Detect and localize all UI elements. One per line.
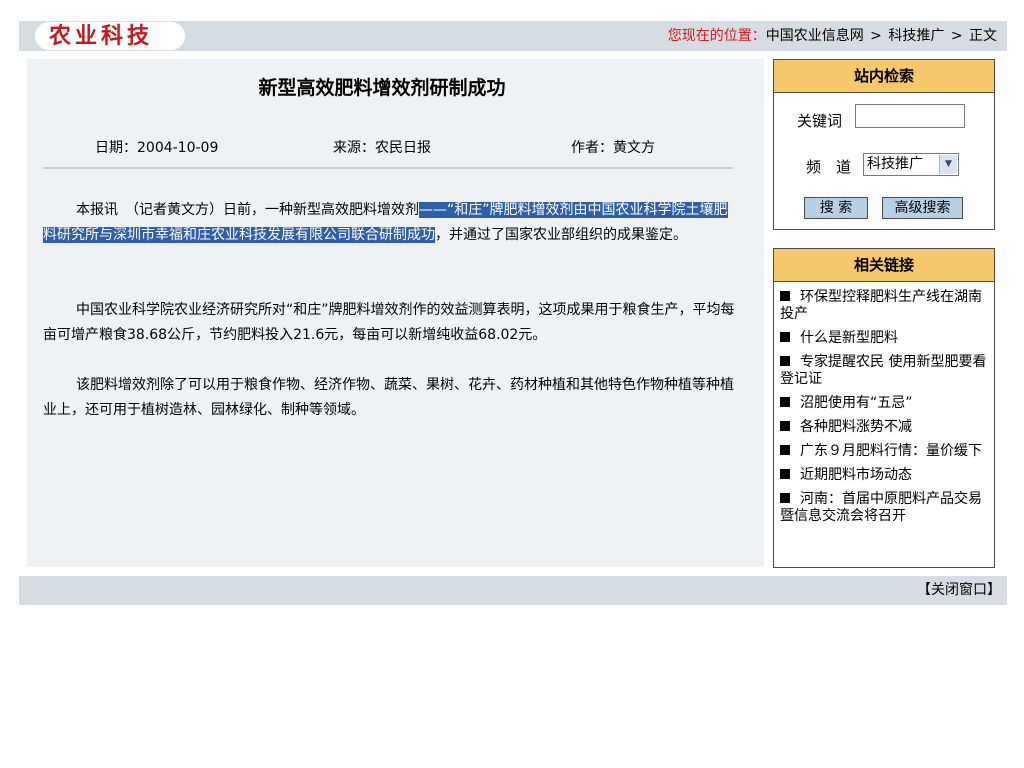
breadcrumb-item-current: 正文 bbox=[969, 28, 997, 44]
related-link-text[interactable]: 什么是新型肥料 bbox=[800, 330, 898, 346]
search-box-title: 站内检索 bbox=[774, 60, 994, 93]
channel-label: 频 道 bbox=[806, 158, 852, 176]
square-bullet-icon bbox=[780, 397, 790, 407]
related-links-box: 相关链接 环保型控释肥料生产线在湖南投产 什么是新型肥料 专家提醒农民 使用新型… bbox=[773, 248, 995, 568]
article-source: 来源：农民日报 bbox=[333, 140, 431, 156]
breadcrumb-separator: > bbox=[870, 28, 882, 44]
related-link-text[interactable]: 各种肥料涨势不减 bbox=[800, 419, 912, 435]
channel-selected-value: 科技推广 bbox=[867, 156, 923, 172]
article-paragraph-1: 本报讯 （记者黄文方）日前，一种新型高效肥料增效剂——“和庄”牌肥料增效剂由中国… bbox=[43, 198, 735, 248]
square-bullet-icon bbox=[780, 445, 790, 455]
logo-text: 农业科技 bbox=[49, 23, 154, 49]
article-title: 新型高效肥料增效剂研制成功 bbox=[258, 77, 506, 99]
breadcrumb-separator: > bbox=[950, 28, 963, 44]
close-window-link[interactable]: 【关闭窗口】 bbox=[917, 581, 1001, 599]
related-link[interactable]: 什么是新型肥料 bbox=[780, 330, 989, 347]
paragraph-1-text-end: ，并通过了国家农业部组织的成果鉴定。 bbox=[435, 227, 687, 243]
chevron-down-icon[interactable]: ▼ bbox=[939, 155, 957, 174]
article-paragraph-2: 中国农业科学院农业经济研究所对“和庄”牌肥料增效剂作的效益测算表明，这项成果用于… bbox=[43, 302, 735, 343]
related-link[interactable]: 沼肥使用有“五忌” bbox=[780, 395, 989, 412]
breadcrumb: 您现在的位置：中国农业信息网 > 科技推广 > 正文 bbox=[668, 27, 997, 45]
related-link-text[interactable]: 沼肥使用有“五忌” bbox=[800, 395, 913, 411]
breadcrumb-item-home[interactable]: 中国农业信息网 bbox=[766, 28, 864, 44]
related-link-text[interactable]: 广东９月肥料行情：量价缓下 bbox=[800, 443, 982, 459]
related-link-text[interactable]: 专家提醒农民 使用新型肥要看登记证 bbox=[780, 354, 986, 387]
site-logo[interactable]: 农业科技 bbox=[35, 22, 185, 50]
breadcrumb-prefix: 您现在的位置： bbox=[667, 28, 766, 44]
site-search-box: 站内检索 关键词 频 道 科技推广 ▼ 搜 索 高级搜索 bbox=[773, 59, 995, 230]
square-bullet-icon bbox=[780, 469, 790, 479]
article-date: 日期：2004-10-09 bbox=[95, 140, 219, 156]
related-link-text[interactable]: 环保型控释肥料生产线在湖南投产 bbox=[780, 289, 982, 322]
square-bullet-icon bbox=[780, 356, 790, 366]
advanced-search-button[interactable]: 高级搜索 bbox=[882, 197, 963, 219]
channel-select[interactable]: 科技推广 ▼ bbox=[863, 153, 959, 176]
related-link[interactable]: 河南：首届中原肥料产品交易暨信息交流会将召开 bbox=[780, 491, 989, 525]
paragraph-1-text: 本报讯 （记者黄文方）日前，一种新型高效肥料增效剂 bbox=[76, 202, 419, 218]
related-link[interactable]: 广东９月肥料行情：量价缓下 bbox=[780, 443, 989, 460]
related-link[interactable]: 环保型控释肥料生产线在湖南投产 bbox=[780, 289, 989, 323]
related-link-text[interactable]: 河南：首届中原肥料产品交易暨信息交流会将召开 bbox=[780, 491, 982, 524]
keyword-input[interactable] bbox=[855, 104, 965, 128]
top-bar: 农业科技 您现在的位置：中国农业信息网 > 科技推广 > 正文 bbox=[19, 21, 1007, 51]
related-link[interactable]: 各种肥料涨势不减 bbox=[780, 419, 989, 436]
related-links-title: 相关链接 bbox=[774, 249, 994, 282]
title-divider bbox=[43, 167, 733, 169]
search-button[interactable]: 搜 索 bbox=[804, 197, 868, 219]
square-bullet-icon bbox=[780, 291, 790, 301]
square-bullet-icon bbox=[780, 421, 790, 431]
article-author: 作者：黄文方 bbox=[571, 140, 655, 156]
square-bullet-icon bbox=[780, 332, 790, 342]
related-link[interactable]: 近期肥料市场动态 bbox=[780, 467, 989, 484]
related-link-text[interactable]: 近期肥料市场动态 bbox=[800, 467, 912, 483]
article-paragraph-3: 该肥料增效剂除了可以用于粮食作物、经济作物、蔬菜、果树、花卉、药材种植和其他特色… bbox=[43, 377, 734, 418]
footer-bar: 【关闭窗口】 bbox=[19, 576, 1007, 605]
related-link[interactable]: 专家提醒农民 使用新型肥要看登记证 bbox=[780, 354, 989, 388]
breadcrumb-item-channel[interactable]: 科技推广 bbox=[888, 28, 944, 44]
keyword-label: 关键词 bbox=[797, 112, 843, 130]
related-links-list: 环保型控释肥料生产线在湖南投产 什么是新型肥料 专家提醒农民 使用新型肥要看登记… bbox=[774, 282, 994, 525]
square-bullet-icon bbox=[780, 493, 790, 503]
